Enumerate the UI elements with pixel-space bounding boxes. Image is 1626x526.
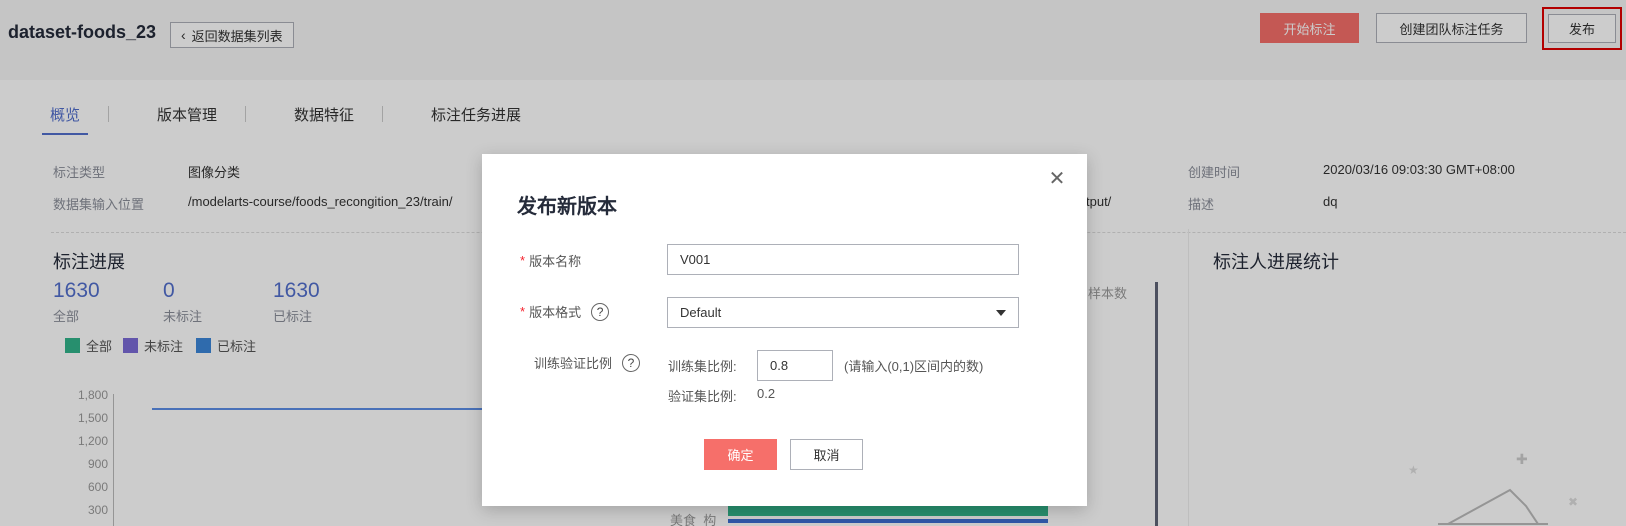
help-icon[interactable]: ? (591, 302, 610, 321)
cancel-button[interactable]: 取消 (790, 439, 863, 470)
split-ratio-label-text: 训练验证比例 (534, 356, 613, 371)
split-ratio-label: 训练验证比例 ? (534, 353, 641, 372)
val-ratio-label: 验证集比例: (668, 389, 737, 404)
help-icon[interactable]: ? (622, 353, 641, 372)
dialog-title: 发布新版本 (517, 196, 617, 218)
version-format-select[interactable]: Default (667, 297, 1019, 328)
version-name-input[interactable]: V001 (667, 244, 1019, 275)
train-ratio-label: 训练集比例: (668, 359, 737, 374)
required-asterisk: * (520, 304, 526, 319)
publish-version-dialog: ✕ 发布新版本 * 版本名称 V001 * 版本格式 ? Default 训练验… (482, 154, 1087, 506)
val-ratio-value: 0.2 (757, 386, 776, 401)
required-asterisk: * (520, 253, 526, 268)
version-format-value: Default (680, 305, 722, 320)
version-name-label-text: 版本名称 (529, 254, 582, 269)
version-format-label: * 版本格式 ? (520, 302, 610, 321)
version-format-label-text: 版本格式 (529, 305, 582, 320)
close-icon[interactable]: ✕ (1047, 168, 1067, 190)
train-ratio-input[interactable]: 0.8 (757, 350, 833, 381)
confirm-button[interactable]: 确定 (704, 439, 777, 470)
version-name-label: * 版本名称 (520, 251, 581, 270)
caret-down-icon (996, 310, 1006, 316)
train-ratio-hint: (请输入(0,1)区间内的数) (844, 359, 984, 374)
